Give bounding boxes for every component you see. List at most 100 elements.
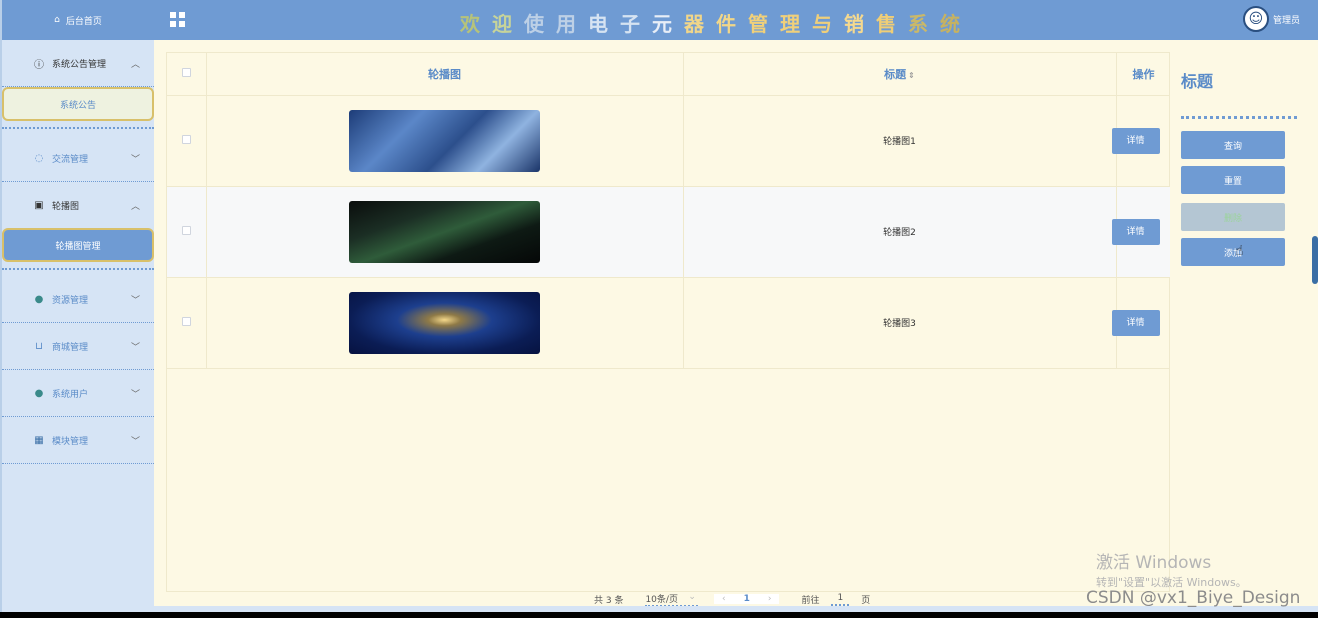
csdn-watermark: CSDN @vx1_Biye_Design	[1086, 588, 1301, 608]
menu-head-shop[interactable]: ⊔ 商城管理 ﹀	[2, 323, 154, 369]
image-icon: ▣	[34, 199, 44, 211]
menu-label: 资源管理	[52, 295, 89, 306]
scrollbar-handle[interactable]	[1312, 236, 1318, 284]
search-button[interactable]: 查询	[1181, 131, 1285, 159]
hand-cursor-icon: ☝	[1235, 243, 1244, 259]
page-nav: ‹ 1 ›	[713, 594, 780, 604]
select-all-checkbox[interactable]	[181, 68, 191, 78]
title-char: 理	[780, 12, 812, 36]
delete-button[interactable]: 删除	[1181, 203, 1285, 231]
page-size-value: 10条/页	[645, 594, 678, 605]
reset-button[interactable]: 重置	[1181, 166, 1285, 194]
home-icon: ⌂	[54, 15, 60, 25]
detail-button[interactable]: 详情	[1111, 218, 1160, 245]
title-char: 销	[844, 12, 876, 36]
add-button[interactable]: 添加	[1181, 238, 1285, 266]
menu-label: 系统公告管理	[52, 59, 107, 70]
menu-label: 商城管理	[52, 342, 89, 353]
menu-item-carousel-manage[interactable]: 轮播图管理	[2, 228, 154, 262]
menu-head-users[interactable]: ● 系统用户 ﹀	[2, 370, 154, 416]
title-char: 与	[812, 12, 844, 36]
menu-label: 系统用户	[52, 389, 89, 400]
carousel-thumbnail	[349, 109, 540, 172]
grid-menu-icon[interactable]	[170, 12, 185, 27]
page-size-select[interactable]: 10条/页 ⌄	[645, 592, 698, 607]
grid-icon: ▦	[34, 434, 44, 446]
chevron-down-icon: ⌄	[688, 591, 696, 602]
column-header-action: 操作	[1116, 53, 1172, 96]
menu-label: 交流管理	[52, 154, 89, 165]
next-page-icon[interactable]: ›	[768, 594, 772, 604]
menu-group-chat: ◌ 交流管理 ﹀	[2, 135, 154, 182]
title-char: 子	[620, 12, 652, 36]
menu-label: 模块管理	[52, 436, 89, 447]
page-jump: 前往 1 页	[801, 593, 870, 606]
column-header-title[interactable]: 标题 ⇕	[683, 53, 1117, 96]
menu-head-modules[interactable]: ▦ 模块管理 ﹀	[2, 417, 154, 463]
row-checkbox[interactable]	[181, 134, 191, 144]
title-char: 使	[524, 12, 556, 36]
title-char: 用	[556, 12, 588, 36]
chevron-down-icon: ﹀	[130, 342, 140, 353]
menu-group-shop: ⊔ 商城管理 ﹀	[2, 323, 154, 370]
menu-item-notice[interactable]: 系统公告	[2, 87, 154, 121]
carousel-thumbnail	[349, 291, 540, 354]
pagination: 共 3 条 10条/页 ⌄ ‹ 1 › 前往 1 页	[594, 592, 870, 607]
title-char: 售	[876, 12, 908, 36]
detail-button[interactable]: 详情	[1111, 127, 1160, 154]
robot-avatar-icon: ☺	[1242, 6, 1269, 32]
sort-icon[interactable]: ⇕	[908, 71, 915, 80]
menu-head-notice[interactable]: ⓘ 系统公告管理 ︿	[2, 40, 154, 86]
title-char: 迎	[492, 12, 524, 36]
row-title: 轮播图1	[683, 95, 1117, 187]
data-table-container: 轮播图 标题 ⇕ 操作 轮播图1 详情 轮播图2 详情 轮播图3 详情	[166, 52, 1172, 592]
menu-head-carousel[interactable]: ▣ 轮播图 ︿	[2, 182, 154, 228]
menu-head-resource[interactable]: ● 资源管理 ﹀	[2, 276, 154, 322]
select-all-cell	[167, 53, 207, 96]
divider	[2, 268, 154, 270]
user-name: 管理员	[1272, 15, 1300, 26]
row-title: 轮播图3	[683, 277, 1117, 369]
search-panel: 标题 查询 重置 删除 添加	[1170, 52, 1318, 592]
menu-group-users: ● 系统用户 ﹀	[2, 370, 154, 417]
search-title-label: 标题	[1181, 72, 1214, 91]
title-char: 系	[908, 12, 940, 36]
menu-head-chat[interactable]: ◌ 交流管理 ﹀	[2, 135, 154, 181]
sidebar: ⌂ 后台首页 ⓘ 系统公告管理 ︿ 系统公告 ◌ 交流管理 ﹀ ▣ 轮播图 ︿ …	[0, 0, 154, 612]
user-menu[interactable]: ☺ 管理员	[1242, 6, 1300, 32]
table-row: 轮播图2 详情	[167, 186, 1172, 278]
data-table: 轮播图 标题 ⇕ 操作 轮播图1 详情 轮播图2 详情 轮播图3 详情	[167, 53, 1172, 369]
sidebar-home-link[interactable]: ⌂ 后台首页	[2, 0, 154, 40]
cart-icon: ⊔	[35, 340, 43, 352]
row-title: 轮播图2	[683, 186, 1117, 278]
prev-page-icon[interactable]: ‹	[722, 594, 726, 604]
title-char: 欢	[460, 12, 492, 36]
taskbar-edge	[0, 612, 1318, 618]
row-checkbox[interactable]	[181, 316, 191, 326]
chevron-up-icon: ︿	[130, 59, 140, 70]
location-pin-icon: ●	[34, 293, 44, 305]
column-header-title-label: 标题	[884, 67, 907, 81]
current-page[interactable]: 1	[744, 594, 750, 604]
row-checkbox[interactable]	[181, 225, 191, 235]
win-activation-line1: 激活 Windows	[1096, 553, 1212, 573]
goto-prefix: 前往	[801, 595, 820, 606]
menu-group-modules: ▦ 模块管理 ﹀	[2, 417, 154, 464]
menu-group-notice: ⓘ 系统公告管理 ︿	[2, 40, 154, 87]
sidebar-home-label: 后台首页	[65, 16, 102, 27]
table-row: 轮播图1 详情	[167, 95, 1172, 187]
chevron-down-icon: ﹀	[130, 154, 140, 165]
detail-button[interactable]: 详情	[1111, 309, 1160, 336]
chevron-up-icon: ︿	[130, 201, 140, 212]
pagination-total: 共 3 条	[594, 595, 624, 606]
menu-label: 轮播图	[52, 201, 80, 212]
chevron-down-icon: ﹀	[130, 295, 140, 306]
title-char: 管	[748, 12, 780, 36]
chat-bubble-icon: ◌	[34, 152, 44, 164]
carousel-thumbnail	[349, 200, 540, 263]
goto-input[interactable]: 1	[831, 593, 850, 606]
search-title-input[interactable]	[1181, 116, 1297, 119]
title-char: 件	[716, 12, 748, 36]
windows-activation-watermark: 激活 Windows 转到"设置"以激活 Windows。	[1096, 548, 1247, 590]
divider	[2, 127, 154, 129]
